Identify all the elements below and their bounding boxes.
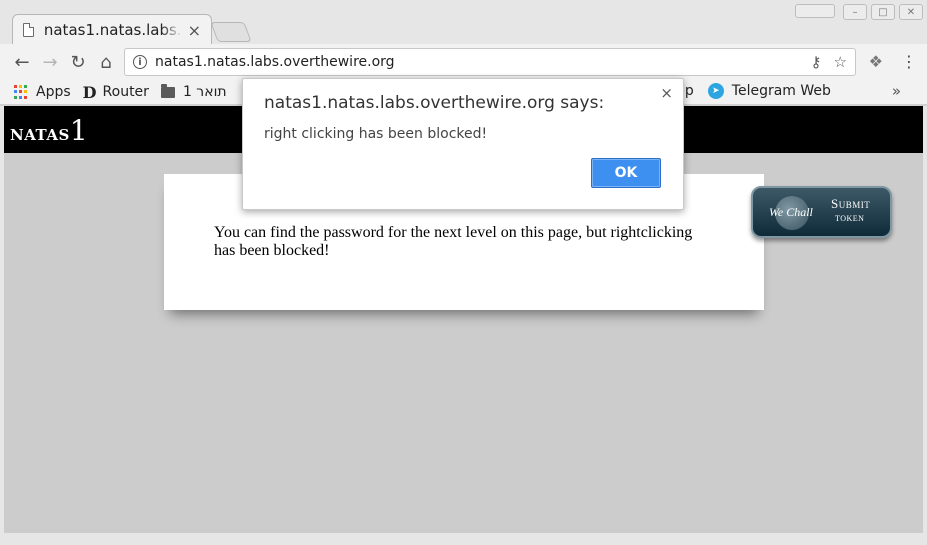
- wechall-logo-text: We Chall: [769, 205, 813, 219]
- maximize-icon[interactable]: □: [871, 4, 895, 20]
- apps-grid-icon: [14, 85, 28, 99]
- submit-label: Submit: [831, 196, 871, 211]
- bookmark-label: תואר 1: [182, 84, 227, 100]
- ok-button[interactable]: OK: [591, 158, 661, 188]
- token-label: token: [835, 212, 865, 224]
- bookmark-label: Apps: [36, 84, 71, 100]
- bookmark-star-icon[interactable]: ☆: [834, 53, 847, 71]
- router-d-icon: D: [82, 82, 97, 102]
- profile-button[interactable]: [795, 4, 835, 18]
- dialog-message: right clicking has been blocked!: [264, 126, 488, 142]
- forward-arrow-icon[interactable]: →: [36, 48, 64, 76]
- info-icon[interactable]: i: [133, 55, 147, 69]
- bookmark-telegram[interactable]: Telegram Web: [732, 83, 831, 99]
- menu-kebab-icon[interactable]: ⋮: [901, 52, 917, 71]
- tab-close-icon[interactable]: ×: [188, 21, 201, 40]
- bookmarks-overflow-icon[interactable]: »: [892, 82, 901, 100]
- key-icon[interactable]: ⚷: [811, 53, 822, 71]
- url-text[interactable]: natas1.natas.labs.overthewire.org: [155, 54, 799, 70]
- bookmark-folder[interactable]: תואר 1: [160, 83, 227, 100]
- close-window-icon[interactable]: ✕: [899, 4, 923, 20]
- window-frame-bottom: [0, 533, 927, 545]
- telegram-icon: ➤: [707, 83, 724, 99]
- window-frame-right: [923, 106, 927, 545]
- dialog-title: natas1.natas.labs.overthewire.org says:: [264, 93, 605, 113]
- bookmark-router[interactable]: D Router: [83, 83, 149, 102]
- bookmark-apps[interactable]: Apps: [14, 84, 71, 100]
- minimize-icon[interactable]: –: [843, 4, 867, 20]
- new-tab-button[interactable]: [210, 22, 252, 42]
- page-icon: [23, 23, 34, 37]
- dialog-close-icon[interactable]: ×: [660, 84, 673, 102]
- folder-icon: [160, 83, 175, 98]
- body-text: You can find the password for the next l…: [214, 224, 693, 259]
- tab-strip: natas1.natas.labs.overthewire.org × – □ …: [0, 0, 927, 45]
- reload-icon[interactable]: ↻: [64, 48, 92, 76]
- browser-toolbar: ← → ↻ ⌂ i natas1.natas.labs.overthewire.…: [0, 44, 927, 80]
- bookmark-label: Router: [102, 84, 149, 100]
- window-controls: – □ ✕: [795, 4, 923, 20]
- back-arrow-icon[interactable]: ←: [8, 48, 36, 76]
- site-title-number: 1: [69, 114, 88, 147]
- tab-title: natas1.natas.labs.overthewire.org: [43, 21, 182, 39]
- address-bar[interactable]: i natas1.natas.labs.overthewire.org ⚷ ☆: [124, 48, 856, 76]
- wechall-submit-token-button[interactable]: We Chall Submit token: [751, 186, 892, 238]
- site-title-word: natas: [10, 120, 70, 146]
- bookmarks-right-group: pp ➤ Telegram Web: [676, 83, 831, 99]
- alert-dialog: natas1.natas.labs.overthewire.org says: …: [242, 78, 684, 210]
- home-icon[interactable]: ⌂: [92, 48, 120, 76]
- browser-tab[interactable]: natas1.natas.labs.overthewire.org ×: [12, 14, 212, 45]
- toolbar-actions: ❖ ⋮: [869, 52, 917, 71]
- dropbox-icon[interactable]: ❖: [869, 52, 883, 71]
